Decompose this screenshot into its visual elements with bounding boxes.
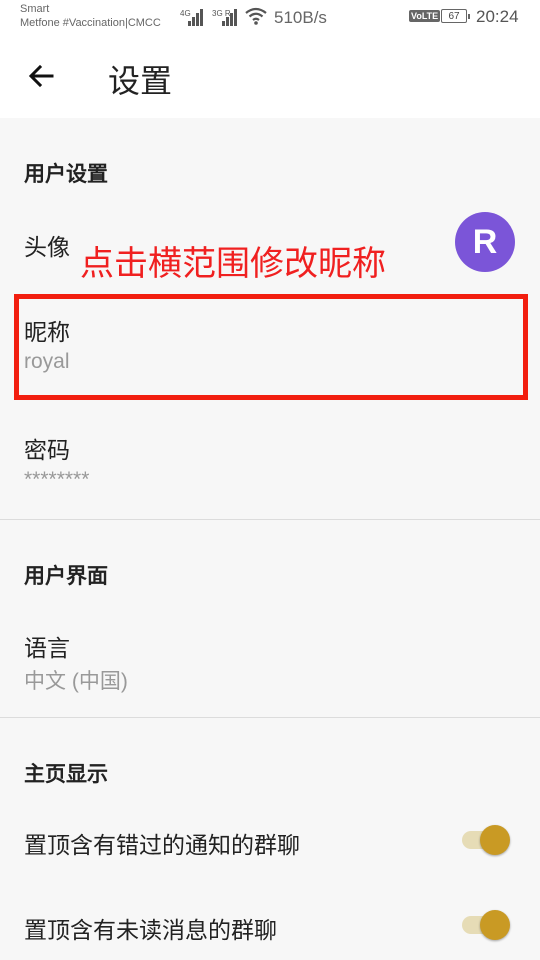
signal-1-icon — [188, 8, 208, 26]
clock: 20:24 — [476, 7, 519, 26]
page-title: 设置 — [108, 62, 173, 100]
battery-icon: 67 — [441, 9, 470, 23]
toggle-knob — [480, 910, 510, 940]
pin-missed-label: 置顶含有错过的通知的群聊 — [24, 833, 300, 859]
password-value: ******** — [24, 468, 90, 491]
annotation-text: 点击横范围修改昵称 — [80, 244, 386, 284]
battery-level: 67 — [448, 11, 460, 22]
section-header-home-display: 主页显示 — [24, 762, 108, 786]
annotation-highlight-box — [14, 294, 528, 400]
divider — [0, 717, 540, 718]
section-header-ui: 用户界面 — [24, 564, 108, 588]
language-value: 中文 (中国) — [24, 670, 128, 693]
carrier-line-2: Metfone #Vaccination|CMCC — [20, 17, 161, 29]
avatar-label: 头像 — [24, 235, 70, 261]
app-bar: 设置 — [0, 36, 540, 118]
volte-icon: VoLTE — [409, 10, 441, 22]
wifi-icon — [245, 7, 267, 25]
pin-missed-toggle[interactable] — [462, 825, 512, 855]
avatar[interactable]: R — [455, 212, 515, 272]
pin-unread-label: 置顶含有未读消息的群聊 — [24, 918, 277, 944]
language-label: 语言 — [24, 636, 70, 662]
arrow-left-icon[interactable] — [24, 58, 60, 94]
password-label: 密码 — [24, 438, 70, 464]
pin-unread-toggle[interactable] — [462, 910, 512, 940]
net-speed: 510B/s — [274, 8, 327, 27]
section-header-user-settings: 用户设置 — [24, 162, 108, 186]
signal-2-icon — [222, 8, 242, 26]
carrier-info: Smart Metfone #Vaccination|CMCC — [20, 2, 161, 30]
status-bar: Smart Metfone #Vaccination|CMCC 4G 3G R … — [0, 0, 540, 36]
carrier-line-1: Smart — [20, 3, 50, 15]
divider — [0, 519, 540, 520]
toggle-knob — [480, 825, 510, 855]
